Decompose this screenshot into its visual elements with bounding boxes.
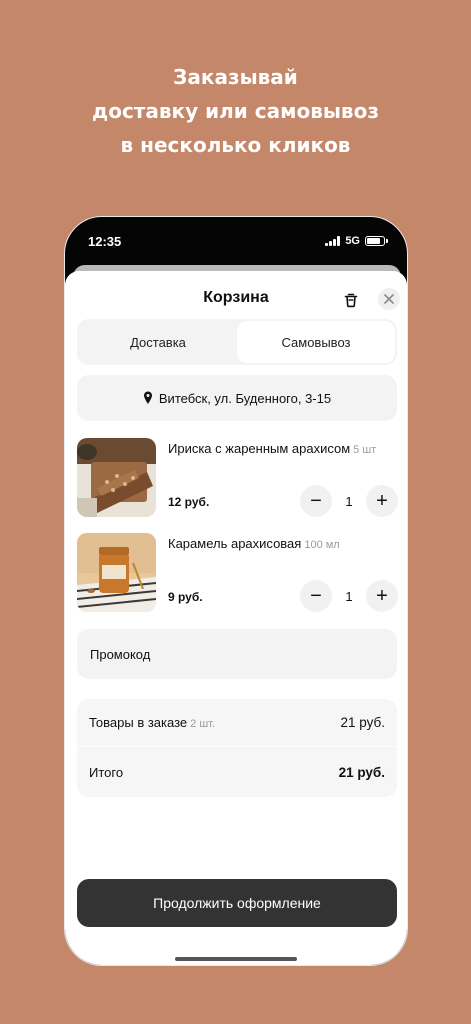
close-icon	[384, 294, 394, 304]
quantity-value: 1	[345, 493, 353, 509]
quantity-value: 1	[345, 588, 353, 604]
increase-button[interactable]: +	[365, 485, 398, 517]
phone-frame: 12:35 5G Корзина Доставка Самовывоз Вите…	[64, 216, 408, 966]
quantity-stepper: − 1 +	[300, 579, 398, 613]
promo-line-1: Заказывай	[173, 65, 298, 89]
summary-goods-row: Товары в заказе 2 шт. 21 руб.	[77, 699, 397, 747]
promo-line-2: доставку или самовывоз	[92, 99, 379, 123]
close-button[interactable]	[378, 288, 400, 310]
address-text: Витебск, ул. Буденного, 3-15	[158, 390, 332, 406]
network-type: 5G	[345, 235, 360, 247]
cart-item: Ириска с жаренным арахисом 5 шт 12 руб. −…	[77, 438, 398, 518]
goods-total: 21 руб.	[340, 715, 385, 730]
cart-header: Корзина	[65, 285, 407, 315]
location-pin-icon	[143, 391, 152, 404]
increase-button[interactable]: +	[365, 580, 398, 612]
item-title: Ириска с жаренным арахисом	[168, 441, 351, 456]
address-selector[interactable]: Витебск, ул. Буденного, 3-15	[77, 375, 397, 421]
status-indicators: 5G	[325, 235, 388, 247]
decrease-button[interactable]: −	[300, 580, 332, 612]
item-title: Карамель арахисовая	[168, 536, 302, 551]
summary-total-row: Итого 21 руб.	[77, 748, 397, 796]
cart-sheet: Корзина Доставка Самовывоз Витебск, ул. …	[65, 271, 407, 965]
product-image-caramel	[77, 533, 156, 612]
goods-count: 2 шт.	[190, 718, 216, 730]
quantity-stepper: − 1 +	[300, 484, 398, 518]
tab-delivery[interactable]: Доставка	[79, 321, 237, 363]
decrease-button[interactable]: −	[300, 485, 332, 517]
battery-icon	[365, 236, 388, 246]
total-label: Итого	[89, 764, 124, 780]
home-indicator	[175, 957, 297, 961]
delivery-mode-toggle: Доставка Самовывоз	[77, 319, 397, 365]
item-price: 9 руб.	[168, 590, 203, 604]
item-price: 12 руб.	[168, 495, 210, 509]
item-unit: 5 шт	[353, 444, 377, 456]
promo-line-3: в несколько кликов	[120, 133, 351, 157]
tab-pickup[interactable]: Самовывоз	[237, 321, 395, 363]
goods-label: Товары в заказе	[89, 715, 188, 730]
trash-icon[interactable]	[342, 291, 360, 309]
total-value: 21 руб.	[338, 764, 385, 780]
status-bar: 12:35 5G	[65, 217, 407, 267]
summary-goods-label: Товары в заказе 2 шт.	[89, 715, 215, 730]
product-image-toffee	[77, 438, 156, 517]
cart-item: Карамель арахисовая 100 мл 9 руб. − 1 +	[77, 533, 398, 613]
status-time: 12:35	[88, 234, 122, 249]
order-summary: Товары в заказе 2 шт. 21 руб. Итого 21 ру…	[77, 699, 397, 797]
continue-checkout-button[interactable]: Продолжить оформление	[77, 879, 397, 927]
promo-headline: Заказывай доставку или самовывоз в неско…	[0, 60, 471, 162]
promo-code-field[interactable]: Промокод	[77, 629, 397, 679]
item-name: Ириска с жаренным арахисом 5 шт	[168, 441, 376, 456]
item-unit: 100 мл	[304, 539, 340, 551]
signal-icon	[325, 236, 341, 246]
item-name: Карамель арахисовая 100 мл	[168, 536, 340, 551]
